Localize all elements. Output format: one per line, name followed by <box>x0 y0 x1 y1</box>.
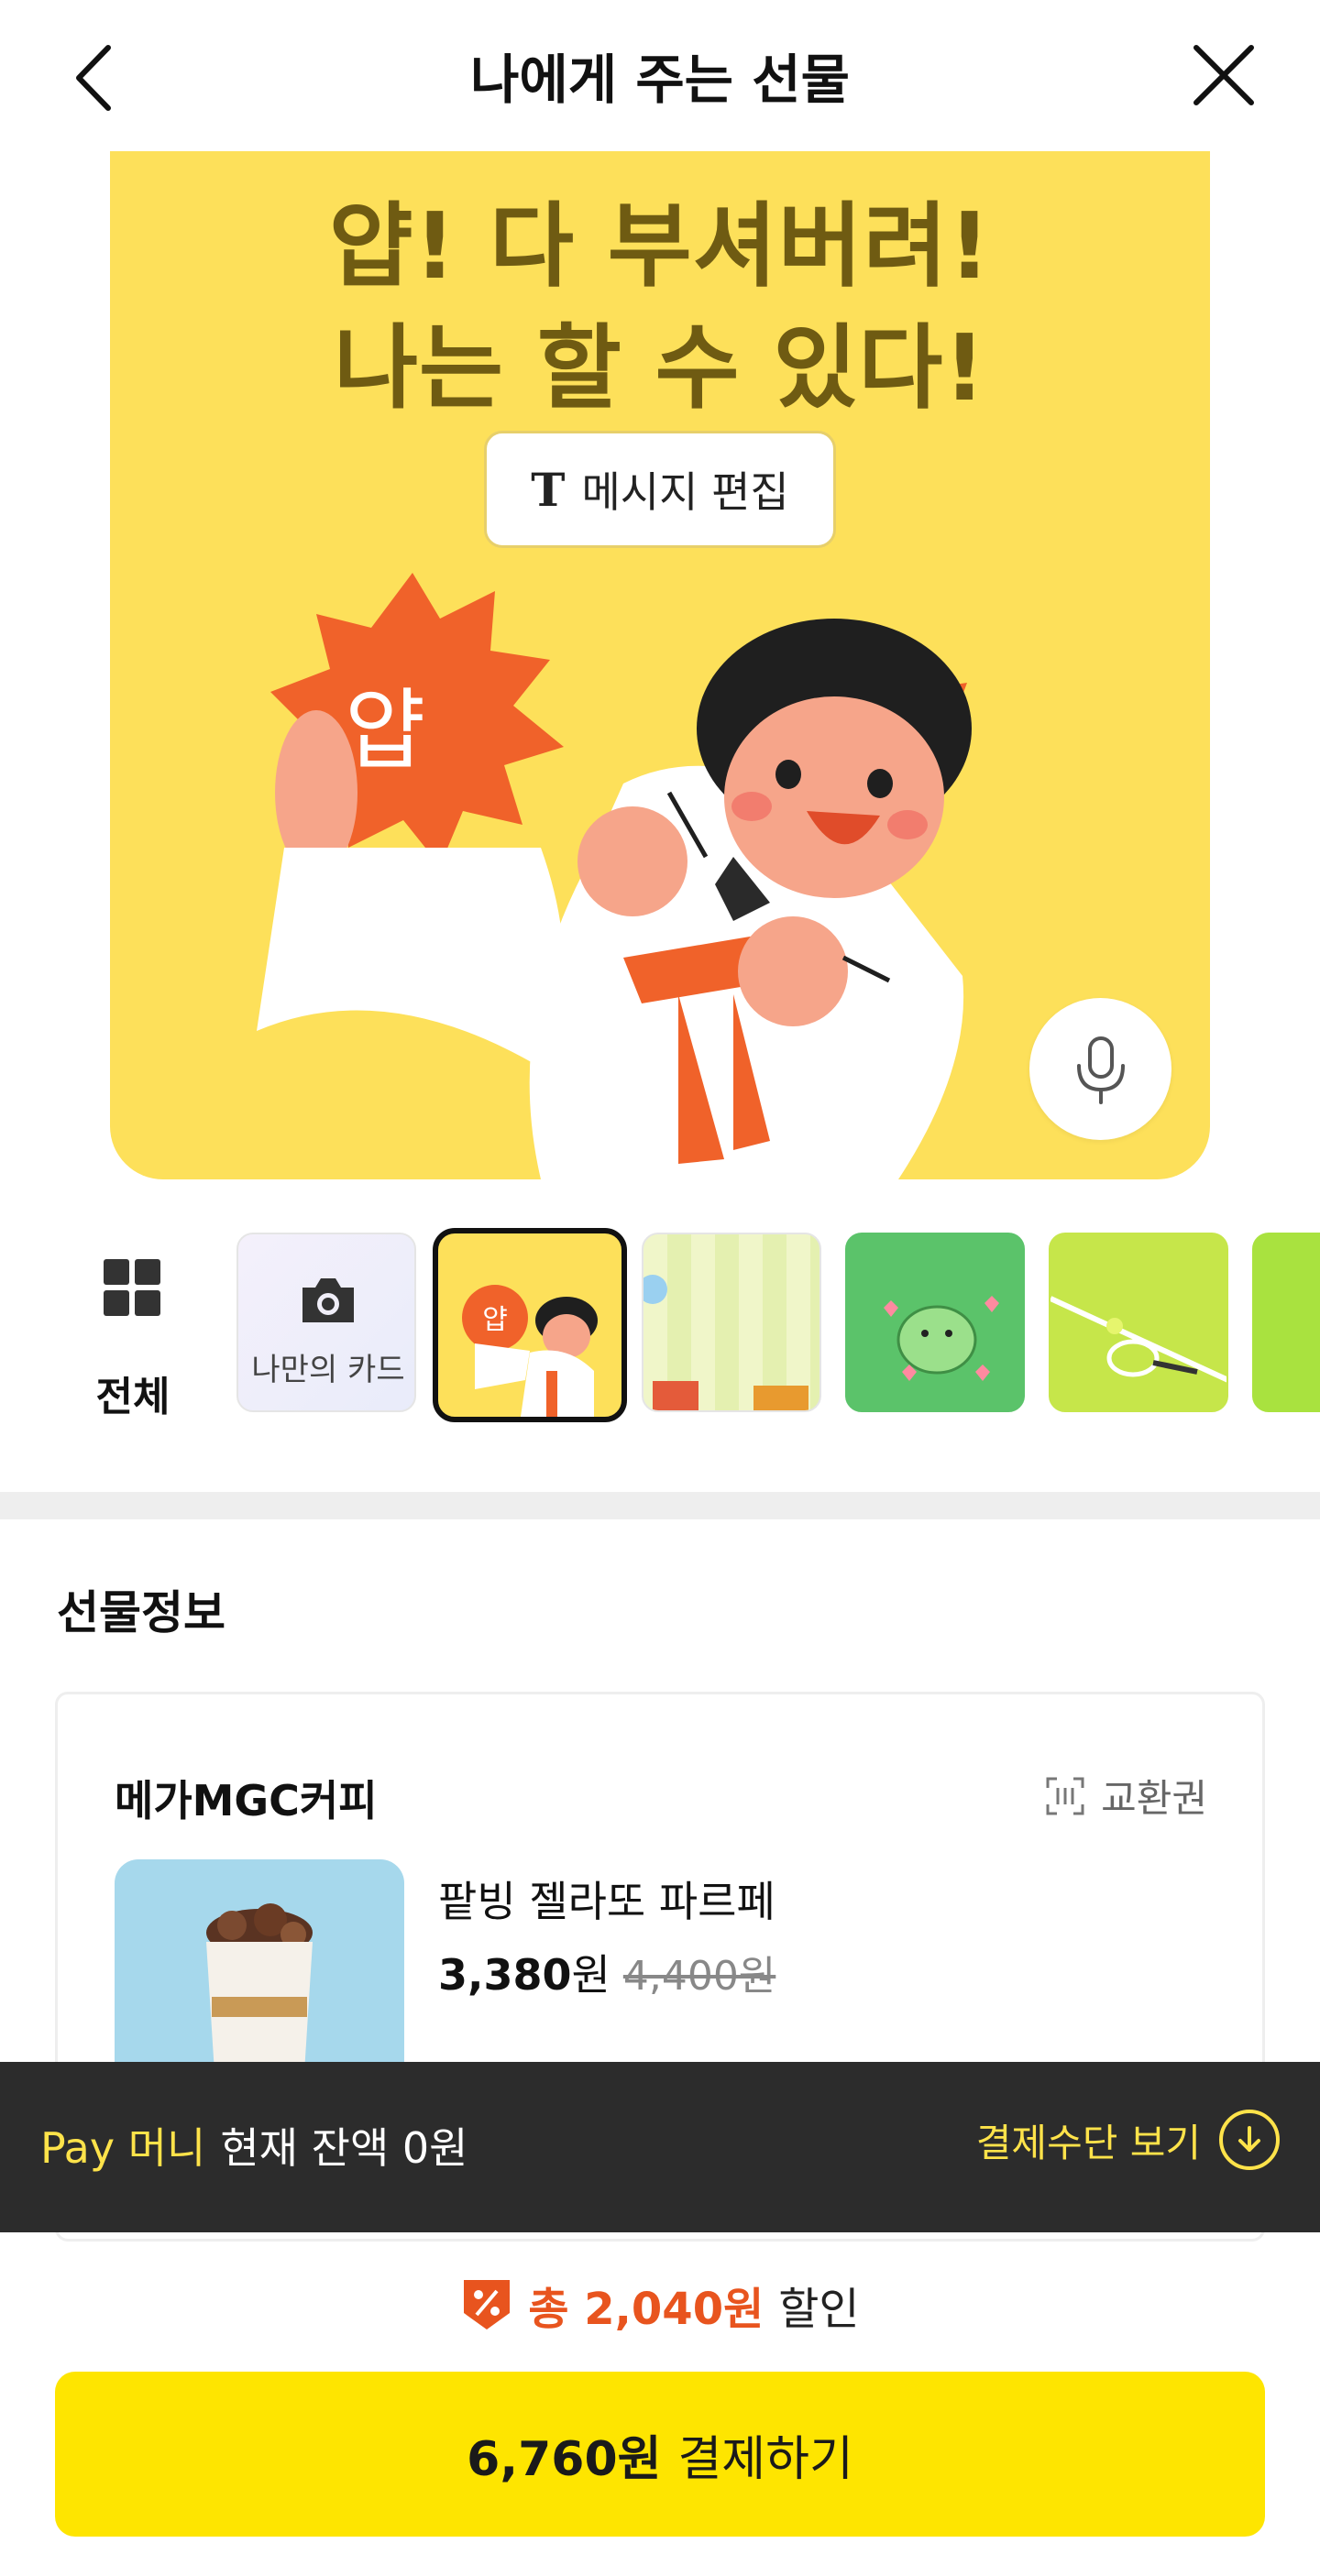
discount-tag-icon <box>464 2280 511 2329</box>
gift-info-title: 선물정보 <box>57 1586 226 1639</box>
green-character-art <box>884 1296 999 1381</box>
grid-icon <box>104 1259 162 1318</box>
close-icon <box>1194 45 1254 105</box>
pay-amount: 6,760원 <box>467 2431 662 2487</box>
message-card-preview: 얍 얍! 다 부셔버려! 나는 할 수 있다! T 메시지 편집 <box>110 151 1210 1179</box>
view-all-templates-button[interactable]: 전체 <box>64 1255 202 1420</box>
discount-suffix: 할인 <box>778 2284 860 2335</box>
page-title: 나에게 주는 선물 <box>470 49 850 111</box>
text-icon: T <box>531 462 566 517</box>
my-card-thumb[interactable]: 나만의 카드 <box>236 1233 416 1412</box>
close-button[interactable] <box>1187 37 1260 115</box>
card-message-line-1: 얍! 다 부셔버려! <box>328 192 992 300</box>
original-price: 4,400원 <box>622 1953 776 2000</box>
top-bar: 나에게 주는 선물 <box>0 0 1320 151</box>
voucher-label: 교환권 <box>1101 1776 1207 1821</box>
template-thumb-art: 얍 <box>462 1285 598 1417</box>
camera-icon <box>302 1278 354 1322</box>
card-template-carousel: 전체 나만의 카드 얍 <box>0 1228 1320 1422</box>
view-all-label: 전체 <box>95 1374 170 1420</box>
view-payment-methods-button[interactable]: 결제수단 보기 <box>976 2110 1280 2170</box>
discount-amount: 총 2,040원 <box>528 2284 764 2335</box>
voucher-badge: 교환권 <box>1044 1768 1207 1824</box>
pay-balance: Pay 머니 현재 잔액 0원 <box>40 2115 468 2176</box>
template-thumb-selected[interactable]: 얍 <box>433 1228 627 1422</box>
arrow-down-circle-icon <box>1219 2110 1280 2170</box>
sale-price: 3,380 <box>438 1950 572 2000</box>
card-message-line-2: 나는 할 수 있다! <box>333 314 987 422</box>
thumb-burst-text: 얍 <box>482 1304 508 1336</box>
pay-money-brand: Pay 머니 <box>40 2123 206 2173</box>
pay-button[interactable]: 6,760원 결제하기 <box>55 2372 1265 2537</box>
template-thumb-tennis[interactable] <box>1049 1233 1228 1412</box>
voice-record-button[interactable] <box>1029 998 1172 1140</box>
balance-text: 현재 잔액 0원 <box>220 2123 468 2173</box>
edit-message-button[interactable]: T 메시지 편집 <box>484 431 836 548</box>
template-thumb-partial[interactable] <box>1252 1233 1320 1412</box>
template-thumb-character[interactable] <box>845 1233 1025 1412</box>
pay-label: 결제하기 <box>677 2431 853 2487</box>
my-card-label: 나만의 카드 <box>251 1352 405 1388</box>
gift-boxes-art <box>644 1275 808 1410</box>
view-payment-methods-label: 결제수단 보기 <box>975 2120 1201 2165</box>
price-row: 3,380원 4,400원 <box>438 1942 776 2002</box>
microphone-icon <box>1076 1036 1125 1104</box>
template-thumb-gift[interactable] <box>642 1233 821 1412</box>
pay-money-bar: Pay 머니 현재 잔액 0원 결제수단 보기 <box>0 2062 1320 2232</box>
burst-text: 얍 <box>345 679 425 782</box>
sale-price-unit: 원 <box>571 1950 610 2000</box>
discount-summary: 총 2,040원 할인 <box>0 2273 1320 2337</box>
tennis-racket-art <box>1050 1296 1226 1383</box>
barcode-icon <box>1046 1777 1084 1814</box>
brand-name: 메가MGC커피 <box>115 1776 378 1825</box>
section-divider <box>0 1492 1320 1519</box>
edit-message-label: 메시지 편집 <box>581 467 789 517</box>
product-name: 팥빙 젤라또 파르페 <box>438 1877 776 1926</box>
